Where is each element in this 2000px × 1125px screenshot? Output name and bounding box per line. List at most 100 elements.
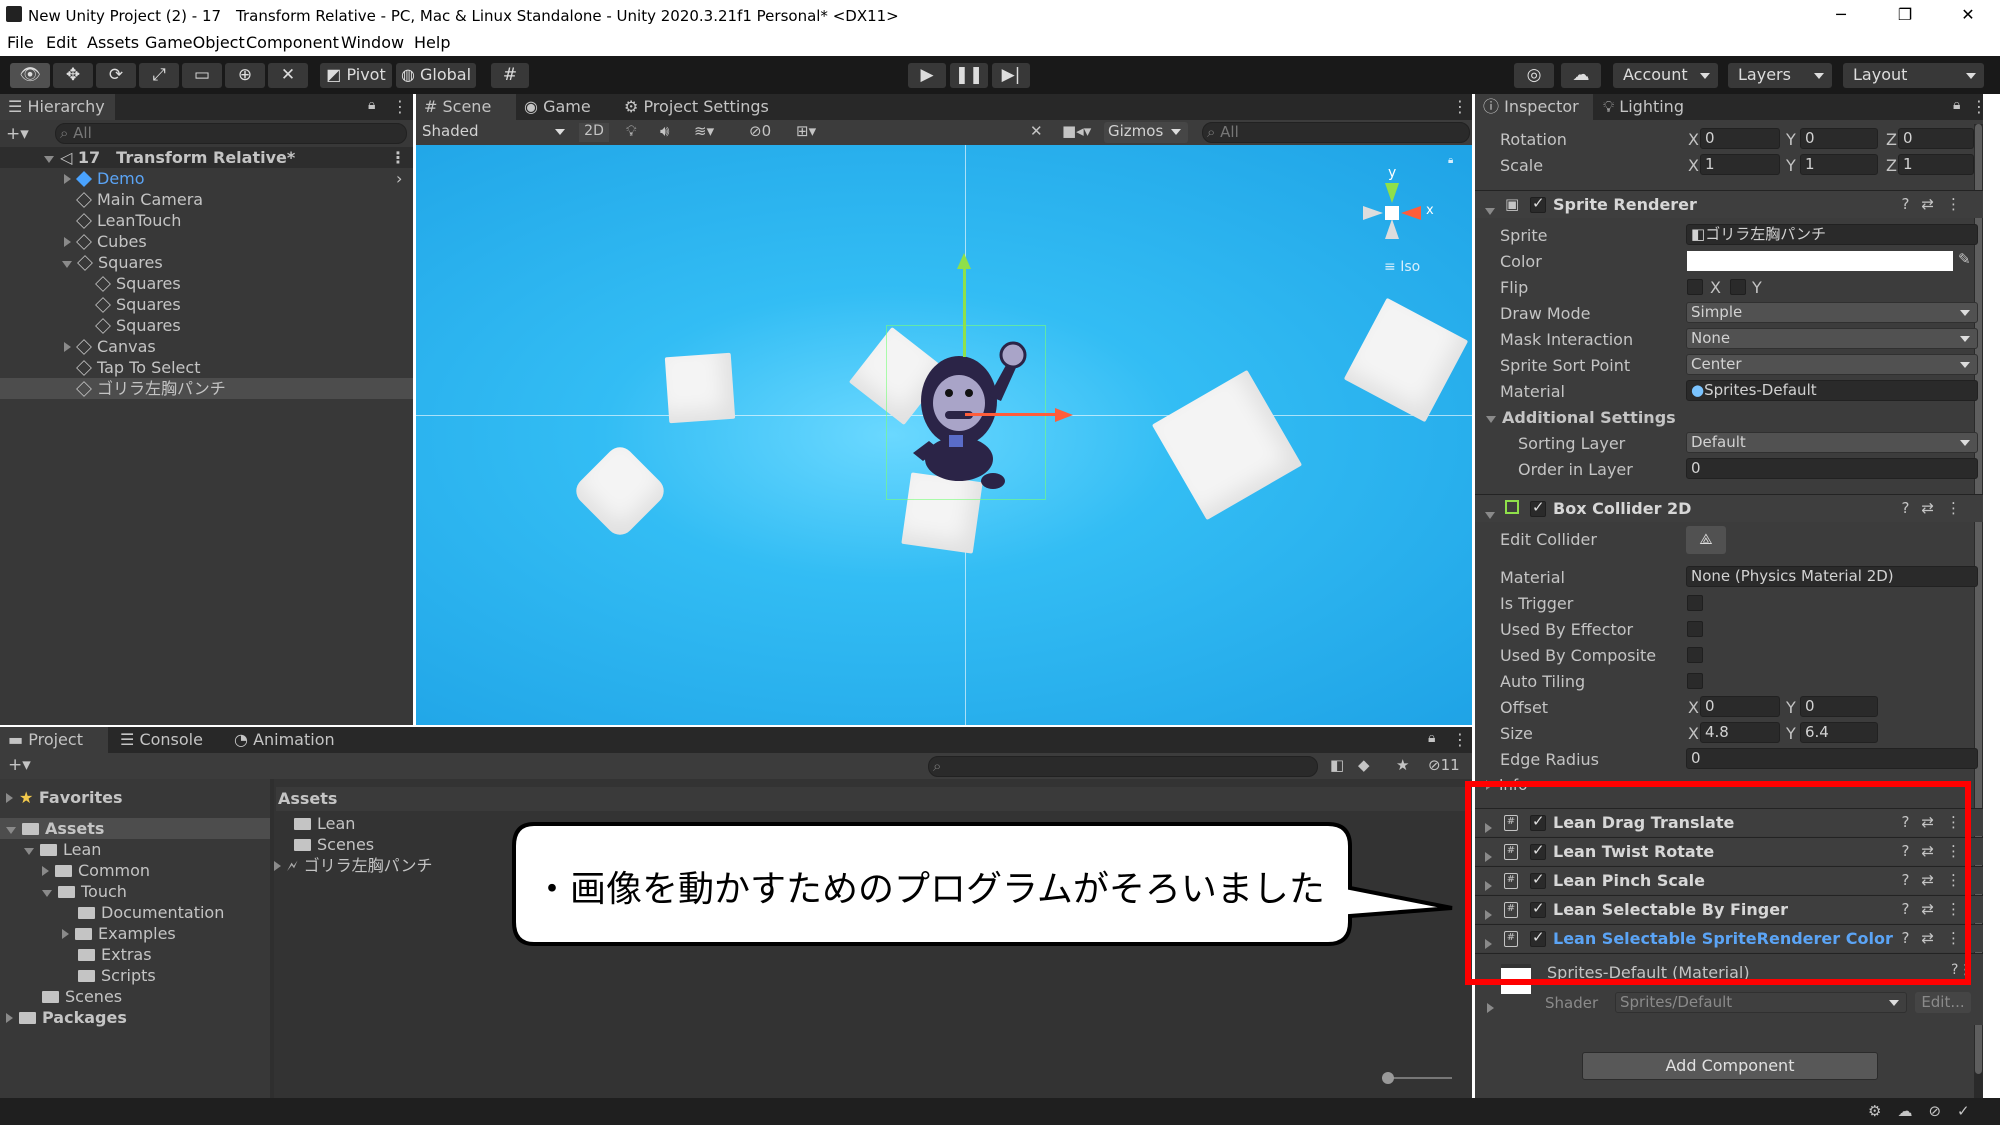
camera-dropdown-icon[interactable]: ■◂▾ <box>1062 122 1091 140</box>
hierarchy-search-input[interactable]: ⌕ All <box>55 123 407 144</box>
rotation-z-field[interactable]: 0 <box>1898 128 1974 149</box>
cloud-icon[interactable]: ☁ <box>1561 63 1601 88</box>
layers-dropdown[interactable]: Layers <box>1728 63 1832 88</box>
pause-button[interactable]: ❚❚ <box>950 63 988 88</box>
size-x-field[interactable]: 4.8 <box>1700 722 1780 743</box>
hierarchy-item-leantouch[interactable]: LeanTouch <box>76 210 181 231</box>
rect-tool-icon[interactable]: ▭ <box>182 63 222 88</box>
tab-hierarchy[interactable]: ☰ Hierarchy <box>0 94 115 120</box>
menu-gameobject[interactable]: GameObject <box>145 33 245 52</box>
hidden-packages-toggle[interactable]: ⊘11 <box>1428 756 1460 774</box>
hidden-objects-toggle[interactable]: ⊘0 <box>749 122 771 140</box>
edit-collider-button[interactable]: ⟁ <box>1686 526 1726 554</box>
search-by-type-icon[interactable]: ◧ <box>1330 756 1344 774</box>
menu-file[interactable]: File <box>7 33 34 52</box>
tree-item-examples[interactable]: Examples <box>62 923 176 944</box>
hierarchy-item-tap-to-select[interactable]: Tap To Select <box>76 357 200 378</box>
eyedropper-icon[interactable]: ✎ <box>1958 250 1971 268</box>
step-button[interactable]: ▶| <box>992 63 1030 88</box>
rotation-x-field[interactable]: 0 <box>1700 128 1780 149</box>
global-toggle[interactable]: ◍ Global <box>396 63 476 88</box>
gorilla-sprite[interactable] <box>909 341 1027 491</box>
hierarchy-item-squares-child[interactable]: Squares <box>95 273 181 294</box>
pivot-toggle[interactable]: ◩ Pivot <box>320 63 392 88</box>
create-asset-icon[interactable]: +▾ <box>8 755 31 775</box>
kebab-menu-icon[interactable]: ⋮ <box>1452 97 1468 116</box>
rotation-y-field[interactable]: 0 <box>1800 128 1878 149</box>
tab-console[interactable]: ☰ Console <box>112 727 222 753</box>
tree-item-touch[interactable]: Touch <box>42 881 127 902</box>
scene-orientation-gizmo[interactable]: y x ≡ Iso 🔒︎ <box>1363 155 1472 275</box>
square-sprite[interactable] <box>1151 369 1303 521</box>
tree-item-assets[interactable]: Assets <box>0 818 270 839</box>
favorites-row[interactable]: ★ Favorites <box>6 787 123 808</box>
kebab-menu-icon[interactable]: ⋮ <box>392 97 408 116</box>
collapse-icon[interactable] <box>1485 504 1501 523</box>
draw-mode-dropdown[interactable]: Simple <box>1686 302 1978 323</box>
restore-button[interactable]: ❐ <box>1882 0 1928 29</box>
material-field[interactable]: ●Sprites-Default <box>1686 380 1978 401</box>
minimize-button[interactable]: ─ <box>1818 0 1864 29</box>
lighting-toggle-icon[interactable]: 💡︎ <box>626 122 637 140</box>
expand-icon[interactable] <box>6 827 16 834</box>
collapse-icon[interactable] <box>1485 200 1501 219</box>
menu-window[interactable]: Window <box>341 33 404 52</box>
shader-dropdown[interactable]: Sprites/Default <box>1615 992 1907 1013</box>
size-y-field[interactable]: 6.4 <box>1800 722 1878 743</box>
auto-tiling-checkbox[interactable] <box>1687 673 1703 689</box>
kebab-menu-icon[interactable]: ⋮ <box>1971 97 1987 116</box>
component-header-icons[interactable]: ?⇄⋮ <box>1901 195 1973 213</box>
x-arrow-icon[interactable] <box>1055 408 1073 422</box>
expand-icon[interactable] <box>62 261 72 268</box>
account-dropdown[interactable]: Account <box>1613 63 1718 88</box>
search-by-label-icon[interactable]: ◆ <box>1358 756 1370 774</box>
view-tool-eye-icon[interactable]: 👁 <box>10 63 50 88</box>
expand-icon[interactable] <box>274 861 281 871</box>
square-sprite[interactable] <box>570 441 670 541</box>
flip-y-checkbox[interactable] <box>1730 279 1746 295</box>
tab-scene[interactable]: # Scene <box>416 94 516 120</box>
menu-assets[interactable]: Assets <box>87 33 139 52</box>
custom-tool-icon[interactable]: ✕ <box>268 63 308 88</box>
y-arrow-icon[interactable] <box>957 253 971 269</box>
iso-label[interactable]: ≡ Iso <box>1384 259 1420 275</box>
grid-snap-icon[interactable]: # <box>491 63 529 88</box>
scale-x-field[interactable]: 1 <box>1700 154 1780 175</box>
expand-icon[interactable] <box>44 156 54 163</box>
tab-game[interactable]: ◉ Game <box>516 94 604 120</box>
tab-project[interactable]: ▬ Project <box>0 727 108 753</box>
add-component-button[interactable]: Add Component <box>1582 1052 1878 1080</box>
favorite-star-icon[interactable]: ★ <box>1396 756 1409 774</box>
move-gizmo-y-axis[interactable] <box>963 263 966 357</box>
color-swatch[interactable] <box>1687 251 1953 271</box>
move-gizmo-x-axis[interactable] <box>965 413 1055 416</box>
component-enabled-checkbox[interactable] <box>1530 194 1546 213</box>
audio-toggle-icon[interactable]: 🔊︎ <box>660 122 669 140</box>
used-by-effector-checkbox[interactable] <box>1687 621 1703 637</box>
menu-component[interactable]: Component <box>246 33 339 52</box>
asset-folder-lean[interactable]: Lean <box>294 813 355 834</box>
expand-icon[interactable] <box>64 174 71 184</box>
asset-folder-scenes[interactable]: Scenes <box>294 834 374 855</box>
square-sprite[interactable] <box>1343 297 1469 423</box>
collider-material-field[interactable]: None (Physics Material 2D) <box>1686 566 1978 587</box>
layout-dropdown[interactable]: Layout <box>1843 63 1984 88</box>
add-object-icon[interactable]: +▾ <box>6 124 29 144</box>
expand-icon[interactable] <box>42 890 52 897</box>
hierarchy-item-squares-child[interactable]: Squares <box>95 294 181 315</box>
scene-root-row[interactable]: ◁ 17 Transform Relative* ⋮ <box>0 147 413 168</box>
expand-icon[interactable] <box>42 866 49 876</box>
edge-radius-field[interactable]: 0 <box>1686 748 1978 769</box>
tree-item-lean[interactable]: Lean <box>24 839 101 860</box>
component-header-icons[interactable]: ?⇄⋮ <box>1901 499 1973 517</box>
used-by-composite-checkbox[interactable] <box>1687 647 1703 663</box>
sprite-renderer-header[interactable]: ▣ Sprite Renderer ?⇄⋮ <box>1475 190 1983 218</box>
scene-search-input[interactable]: ⌕ All <box>1202 122 1470 143</box>
offset-x-field[interactable]: 0 <box>1700 696 1780 717</box>
tree-item-scripts[interactable]: Scripts <box>78 965 156 986</box>
scale-y-field[interactable]: 1 <box>1800 154 1878 175</box>
scale-tool-icon[interactable]: ⤢ <box>139 63 179 88</box>
tab-lighting[interactable]: 💡︎ Lighting <box>1595 94 1705 120</box>
shading-dropdown[interactable]: Shaded <box>418 122 572 143</box>
tab-animation[interactable]: ◔ Animation <box>226 727 356 753</box>
